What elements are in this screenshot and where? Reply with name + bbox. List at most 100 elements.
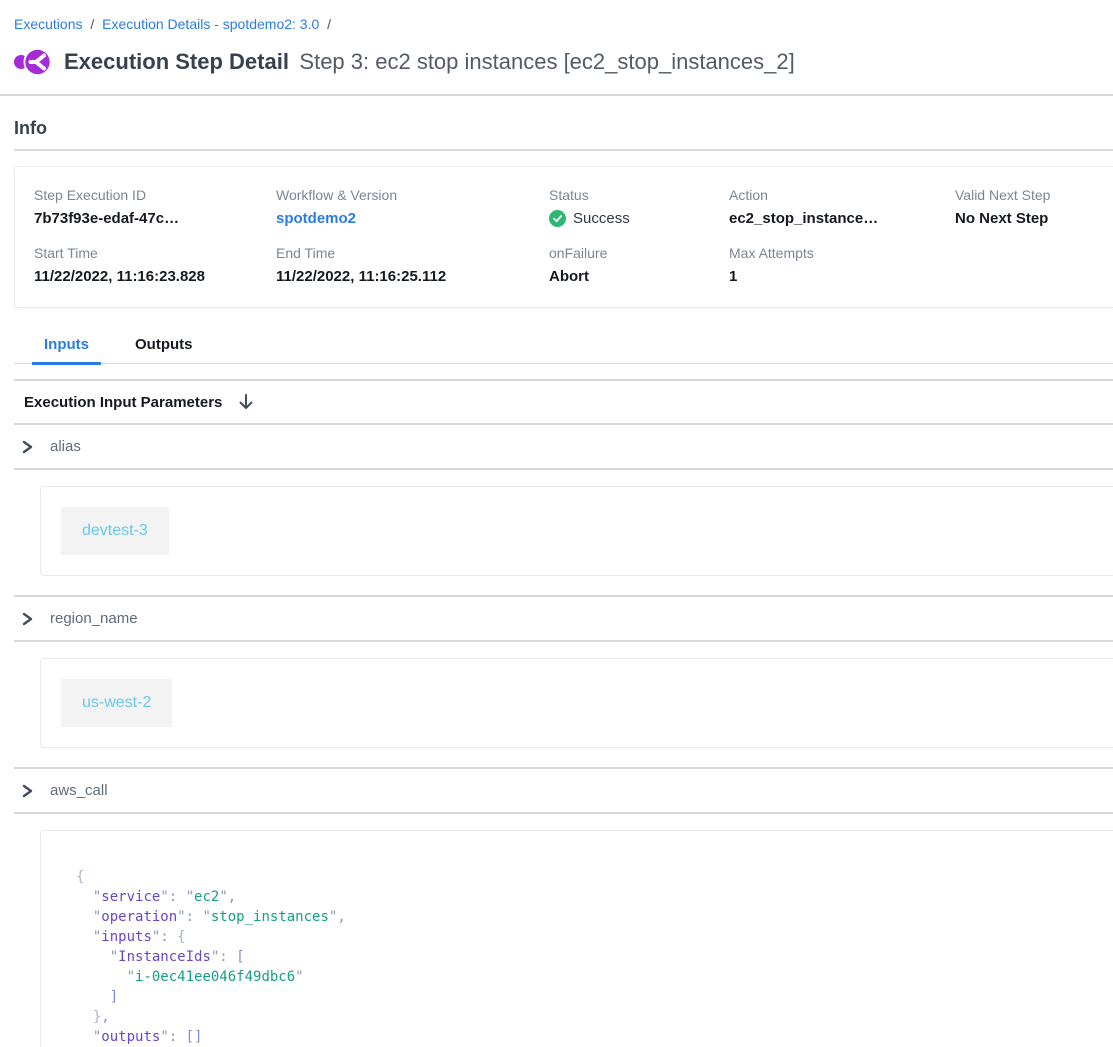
field-label: Valid Next Step — [955, 187, 1113, 203]
section-header-alias[interactable]: alias — [14, 425, 1113, 468]
field-label: Status — [549, 187, 729, 203]
alias-value-chip: devtest-3 — [61, 507, 169, 555]
code-token-str: ec2 — [194, 889, 219, 905]
code-token-punc: ", — [219, 889, 236, 905]
workflow-logo-icon — [14, 46, 52, 78]
code-token-str: i-0ec41ee046f49dbc6 — [135, 969, 295, 985]
code-line: ] — [76, 987, 1095, 1007]
code-token-bracket: [ — [236, 949, 244, 965]
info-divider — [14, 149, 1113, 151]
field-label: Action — [729, 187, 955, 203]
info-card: Step Execution ID 7b73f93e-edaf-47c… Wor… — [14, 166, 1113, 308]
code-token-punc: " — [76, 909, 101, 925]
section-name: alias — [50, 438, 81, 455]
code-token-punc: " — [76, 949, 118, 965]
code-token-key: inputs — [101, 929, 152, 945]
alias-value-box: devtest-3 — [40, 486, 1113, 576]
section-header-region-name[interactable]: region_name — [14, 597, 1113, 640]
code-token-punc: , — [101, 1009, 109, 1025]
code-token-punc: " — [76, 889, 101, 905]
code-token-punc: ": " — [160, 889, 194, 905]
region-name-value-box: us-west-2 — [40, 658, 1113, 748]
field-label: End Time — [276, 245, 549, 261]
field-value: 1 — [729, 268, 955, 285]
field-value: ec2_stop_instance… — [729, 210, 955, 227]
status-badge: Success — [549, 210, 729, 227]
workflow-link[interactable]: spotdemo2 — [276, 210, 356, 227]
code-token-brace: { — [177, 929, 185, 945]
field-value: 11/22/2022, 11:16:25.112 — [276, 268, 549, 285]
section-name: aws_call — [50, 782, 108, 799]
section-name: region_name — [50, 610, 138, 627]
success-check-icon — [549, 210, 566, 227]
code-token-key: operation — [101, 909, 177, 925]
code-token-bracket: ] — [76, 989, 118, 1005]
execution-step-detail-page: Executions / Execution Details - spotdem… — [0, 0, 1113, 1047]
code-token-punc: ": — [160, 1029, 185, 1045]
code-token-key: outputs — [101, 1029, 160, 1045]
code-token-punc: ": — [211, 949, 236, 965]
page-header: Execution Step Detail Step 3: ec2 stop i… — [0, 32, 1113, 78]
arrow-down-icon[interactable] — [236, 392, 256, 412]
code-line: "inputs": { — [76, 927, 1095, 947]
field-label: Step Execution ID — [34, 187, 276, 203]
field-valid-next-step: Valid Next Step No Next Step — [955, 187, 1113, 228]
breadcrumb-link-executions[interactable]: Executions — [14, 16, 82, 32]
field-label: Max Attempts — [729, 245, 955, 261]
code-line: { — [76, 867, 1095, 887]
breadcrumb-separator: / — [90, 16, 94, 32]
info-section-heading: Info — [14, 118, 1113, 139]
breadcrumb: Executions / Execution Details - spotdem… — [0, 0, 1113, 32]
chevron-right-icon — [20, 612, 34, 626]
tab-outputs[interactable]: Outputs — [123, 330, 205, 363]
execution-input-parameters-label: Execution Input Parameters — [24, 394, 222, 411]
field-onfailure: onFailure Abort — [549, 245, 729, 285]
chevron-right-icon — [20, 784, 34, 798]
code-line: "operation": "stop_instances", — [76, 907, 1095, 927]
page-title-group: Execution Step Detail Step 3: ec2 stop i… — [64, 49, 795, 75]
field-status: Status Success — [549, 187, 729, 228]
field-action: Action ec2_stop_instance… — [729, 187, 955, 228]
chevron-right-icon — [20, 440, 34, 454]
code-token-punc: ": " — [177, 909, 211, 925]
code-line: "i-0ec41ee046f49dbc6" — [76, 967, 1095, 987]
code-token-punc: " — [295, 969, 303, 985]
page-title: Execution Step Detail — [64, 49, 289, 74]
section-divider — [14, 812, 1113, 814]
code-line: "InstanceIds": [ — [76, 947, 1095, 967]
code-token-bracket: [] — [186, 1029, 203, 1045]
field-end-time: End Time 11/22/2022, 11:16:25.112 — [276, 245, 549, 285]
field-label: Start Time — [34, 245, 276, 261]
field-label: Workflow & Version — [276, 187, 549, 203]
execution-input-parameters-header: Execution Input Parameters — [14, 381, 1113, 423]
code-token-str: stop_instances — [211, 909, 329, 925]
code-token-punc: ": — [152, 929, 177, 945]
breadcrumb-separator: / — [327, 16, 331, 32]
header-divider — [0, 94, 1113, 96]
code-block: { "service": "ec2", "operation": "stop_i… — [76, 867, 1095, 1047]
code-line: "outputs": [] — [76, 1027, 1095, 1047]
field-max-attempts: Max Attempts 1 — [729, 245, 955, 285]
code-line: }, — [76, 1007, 1095, 1027]
page-subtitle: Step 3: ec2 stop instances [ec2_stop_ins… — [299, 49, 794, 74]
code-token-punc: " — [76, 929, 101, 945]
breadcrumb-link-execution-details[interactable]: Execution Details - spotdemo2: 3.0 — [102, 16, 319, 32]
field-value: 7b73f93e-edaf-47c… — [34, 210, 276, 227]
region-name-value-chip: us-west-2 — [61, 679, 172, 727]
section-divider — [14, 468, 1113, 470]
code-token-punc: " — [76, 969, 135, 985]
field-value: No Next Step — [955, 210, 1113, 227]
field-step-execution-id: Step Execution ID 7b73f93e-edaf-47c… — [34, 187, 276, 228]
code-token-key: service — [101, 889, 160, 905]
code-token-punc: ", — [329, 909, 346, 925]
field-value: Abort — [549, 268, 729, 285]
code-token-key: InstanceIds — [118, 949, 211, 965]
code-token-punc: " — [76, 1029, 101, 1045]
field-empty — [955, 245, 1113, 285]
field-start-time: Start Time 11/22/2022, 11:16:23.828 — [34, 245, 276, 285]
section-header-aws-call[interactable]: aws_call — [14, 769, 1113, 812]
section-divider — [14, 640, 1113, 642]
tab-bar: Inputs Outputs — [14, 330, 1113, 364]
tab-inputs[interactable]: Inputs — [32, 330, 101, 363]
aws-call-code-box: { "service": "ec2", "operation": "stop_i… — [40, 830, 1113, 1047]
